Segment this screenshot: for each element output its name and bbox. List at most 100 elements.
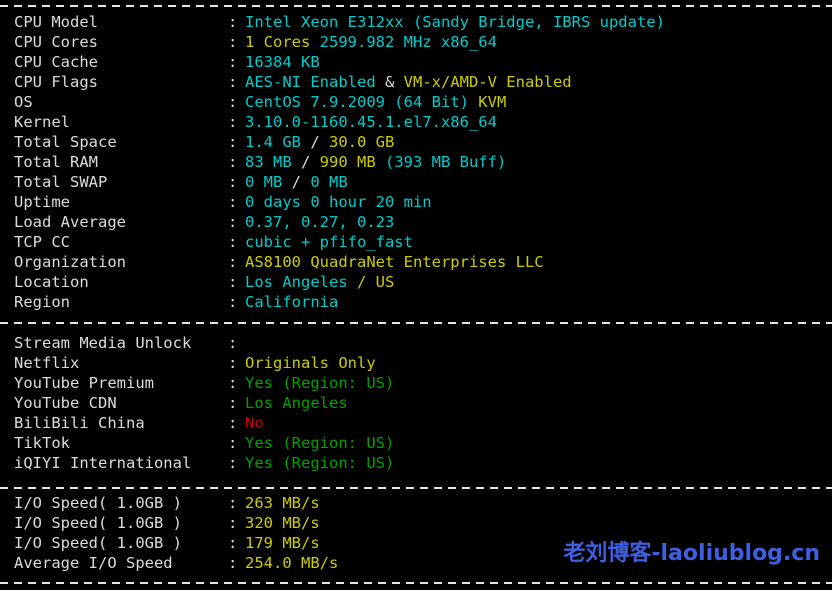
info-row-label: Load Average bbox=[14, 213, 126, 231]
info-row: OS: CentOS 7.9.2009 (64 Bit) KVM bbox=[14, 92, 665, 112]
info-row-label: Location bbox=[14, 273, 89, 291]
info-row-colon: : bbox=[228, 133, 238, 151]
info-row-value: California bbox=[245, 293, 339, 311]
info-row-colon: : bbox=[228, 394, 238, 412]
info-row-label: TCP CC bbox=[14, 233, 70, 251]
info-row-value: Originals Only bbox=[245, 354, 376, 372]
info-row-value: No bbox=[245, 414, 264, 432]
info-row-colon: : bbox=[228, 354, 238, 372]
info-row-colon: : bbox=[228, 153, 238, 171]
info-row: TikTok: Yes (Region: US) bbox=[14, 433, 394, 453]
info-row: CPU Cores:1 Cores 2599.982 MHz x86_64 bbox=[14, 32, 665, 52]
info-row-colon: : bbox=[228, 514, 238, 532]
info-row: Location: Los Angeles / US bbox=[14, 272, 665, 292]
info-row-value: / bbox=[291, 173, 311, 191]
info-row-label: Uptime bbox=[14, 193, 70, 211]
info-row: Stream Media Unlock: bbox=[14, 333, 394, 353]
info-row-colon: : bbox=[228, 334, 238, 352]
info-row-value: VM-x/AMD-V Enabled bbox=[403, 73, 572, 91]
info-row-label: Total RAM bbox=[14, 153, 98, 171]
info-row: Region: California bbox=[14, 292, 665, 312]
info-row-colon: : bbox=[228, 73, 238, 91]
info-row-value: 3.10.0-1160.45.1.el7.x86_64 bbox=[245, 113, 497, 131]
info-row-colon: : bbox=[228, 434, 238, 452]
info-row-value: CentOS 7.9.2009 (64 Bit) bbox=[245, 93, 479, 111]
info-row-colon: : bbox=[228, 374, 238, 392]
info-row-value: 2599.982 MHz x86_64 bbox=[319, 33, 497, 51]
info-row-colon: : bbox=[228, 454, 238, 472]
site-watermark: 老刘博客-laoliublog.cn bbox=[563, 541, 820, 566]
info-row-label: Stream Media Unlock bbox=[14, 334, 192, 352]
info-row-label: YouTube Premium bbox=[14, 374, 154, 392]
info-row-value: AES-NI Enabled bbox=[245, 73, 376, 91]
info-row-label: Kernel bbox=[14, 113, 70, 131]
info-row: Average I/O Speed:254.0 MB/s bbox=[14, 553, 338, 573]
info-row: Load Average:0.37, 0.27, 0.23 bbox=[14, 212, 665, 232]
info-row-value: / US bbox=[356, 273, 395, 291]
info-row-value: Los Angeles bbox=[245, 394, 348, 412]
info-row: Uptime:0 days 0 hour 20 min bbox=[14, 192, 665, 212]
info-row-value: (393 MB Buff) bbox=[385, 153, 507, 171]
info-row-value: 263 MB/s bbox=[245, 494, 320, 512]
info-row-label: CPU Flags bbox=[14, 73, 98, 91]
info-row-colon: : bbox=[228, 233, 238, 251]
info-row-label: Total SWAP bbox=[14, 173, 108, 191]
info-row-label: Organization bbox=[14, 253, 126, 271]
info-row: I/O Speed( 1.0GB ):263 MB/s bbox=[14, 493, 338, 513]
separator-top bbox=[0, 5, 832, 7]
info-row: Total RAM:83 MB / 990 MB (393 MB Buff) bbox=[14, 152, 665, 172]
io-speed-section: I/O Speed( 1.0GB ):263 MB/s I/O Speed( 1.… bbox=[14, 493, 338, 573]
info-row-colon: : bbox=[228, 253, 238, 271]
info-row-value: 83 MB bbox=[245, 153, 301, 171]
stream-media-section: Stream Media Unlock: Netflix: Originals On… bbox=[14, 333, 394, 473]
info-row-label: CPU Model bbox=[14, 13, 98, 31]
info-row-colon: : bbox=[228, 273, 238, 291]
info-row: TCP CC: cubic + pfifo_fast bbox=[14, 232, 665, 252]
info-row-value: Los Angeles bbox=[245, 273, 357, 291]
info-row: YouTube CDN: Los Angeles bbox=[14, 393, 394, 413]
info-row-colon: : bbox=[228, 53, 238, 71]
info-row: Kernel:3.10.0-1160.45.1.el7.x86_64 bbox=[14, 112, 665, 132]
info-row-value: Intel Xeon E312xx (Sandy Bridge, IBRS up… bbox=[245, 13, 665, 31]
info-row-label: Netflix bbox=[14, 354, 80, 372]
info-row-value: 179 MB/s bbox=[245, 534, 320, 552]
info-row-colon: : bbox=[228, 193, 238, 211]
info-row-value: 1 Cores bbox=[245, 33, 320, 51]
info-row-value: 320 MB/s bbox=[245, 514, 320, 532]
info-row-value: 0 days 0 hour 20 min bbox=[245, 193, 432, 211]
info-row-value: Yes (Region: US) bbox=[245, 454, 395, 472]
info-row-label: Average I/O Speed bbox=[14, 554, 173, 572]
info-row: iQIYI International: Yes (Region: US) bbox=[14, 453, 394, 473]
info-row-colon: : bbox=[228, 414, 238, 432]
separator-io-speed bbox=[0, 487, 832, 489]
info-row: CPU Flags: AES-NI Enabled & VM-x/AMD-V En… bbox=[14, 72, 665, 92]
system-info-section: CPU Model: Intel Xeon E312xx (Sandy Bridg… bbox=[14, 12, 665, 312]
info-row-value: Yes (Region: US) bbox=[245, 434, 395, 452]
info-row: BiliBili China: No bbox=[14, 413, 394, 433]
info-row-value: 990 MB bbox=[319, 153, 385, 171]
info-row-label: YouTube CDN bbox=[14, 394, 117, 412]
info-row-colon: : bbox=[228, 113, 238, 131]
info-row-colon: : bbox=[228, 173, 238, 191]
info-row: Netflix: Originals Only bbox=[14, 353, 394, 373]
info-row-value: 254.0 MB/s bbox=[245, 554, 339, 572]
info-row-value: 0 MB bbox=[310, 173, 348, 191]
info-row-colon: : bbox=[228, 213, 238, 231]
info-row-colon: : bbox=[228, 554, 238, 572]
info-row-colon: : bbox=[228, 494, 238, 512]
info-row-label: BiliBili China bbox=[14, 414, 145, 432]
info-row: I/O Speed( 1.0GB ):179 MB/s bbox=[14, 533, 338, 553]
info-row-value: 16384 KB bbox=[245, 53, 320, 71]
info-row-value: KVM bbox=[478, 93, 507, 111]
info-row-label: I/O Speed( 1.0GB ) bbox=[14, 514, 182, 532]
info-row-label: Region bbox=[14, 293, 70, 311]
info-row-label: I/O Speed( 1.0GB ) bbox=[14, 534, 182, 552]
info-row-value: cubic + pfifo_fast bbox=[245, 233, 413, 251]
info-row-label: iQIYI International bbox=[14, 454, 192, 472]
info-row-label: TikTok bbox=[14, 434, 70, 452]
separator-bottom bbox=[0, 582, 832, 584]
info-row-value: Yes (Region: US) bbox=[245, 374, 395, 392]
info-row: I/O Speed( 1.0GB ):320 MB/s bbox=[14, 513, 338, 533]
info-row-value: AS8100 QuadraNet Enterprises LLC bbox=[245, 253, 544, 271]
info-row-colon: : bbox=[228, 93, 238, 111]
